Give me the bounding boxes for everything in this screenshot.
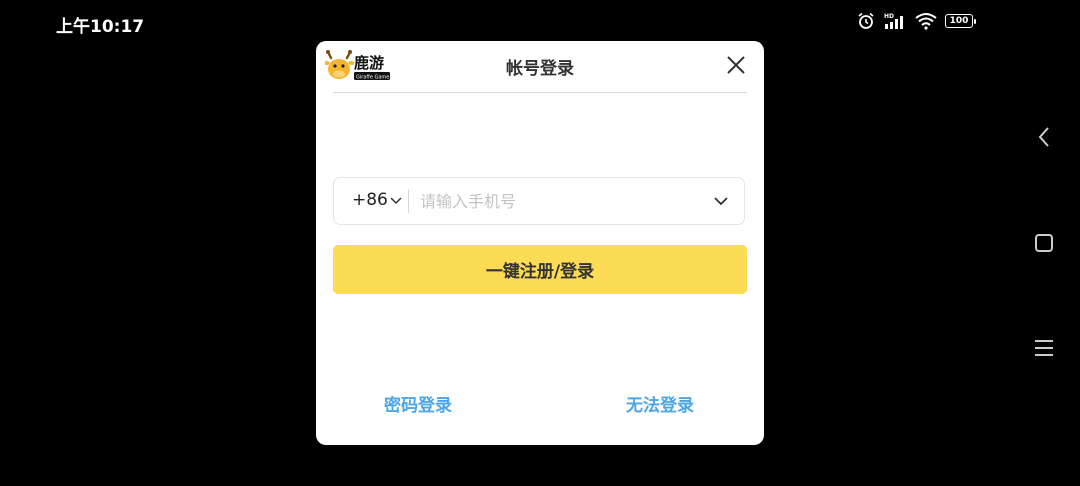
back-icon	[1038, 127, 1049, 147]
country-code-select[interactable]: +86	[352, 190, 402, 210]
recents-button[interactable]	[1032, 336, 1056, 360]
dialog-header: 鹿游 Giraffe Game 帐号登录	[325, 41, 747, 93]
field-divider	[408, 189, 409, 213]
menu-icon	[1035, 340, 1053, 356]
home-button[interactable]	[1032, 231, 1056, 255]
close-icon[interactable]	[725, 54, 747, 76]
phone-field: +86	[333, 177, 745, 225]
signal-icon: HD	[884, 13, 903, 29]
home-icon	[1035, 234, 1053, 252]
phone-input[interactable]	[420, 186, 700, 216]
country-code-value: +86	[352, 190, 388, 210]
chevron-down-icon	[390, 197, 402, 205]
network-badge: HD	[884, 13, 894, 20]
register-login-button[interactable]: 一键注册/登录	[333, 245, 747, 294]
cannot-login-link[interactable]: 无法登录	[626, 391, 694, 416]
wifi-icon	[915, 13, 937, 30]
back-button[interactable]	[1032, 125, 1056, 149]
login-dialog: 鹿游 Giraffe Game 帐号登录 +86 一键注册/登录 密码登录 无法…	[316, 41, 764, 445]
battery-level: 100	[945, 14, 973, 28]
status-icons: HD 100	[857, 12, 976, 30]
status-time: 上午10:17	[56, 17, 145, 37]
alarm-icon	[858, 12, 874, 29]
password-login-link[interactable]: 密码登录	[384, 391, 452, 416]
chevron-down-icon[interactable]	[712, 192, 730, 210]
battery-icon: 100	[945, 14, 976, 28]
dialog-title: 帐号登录	[506, 59, 574, 79]
